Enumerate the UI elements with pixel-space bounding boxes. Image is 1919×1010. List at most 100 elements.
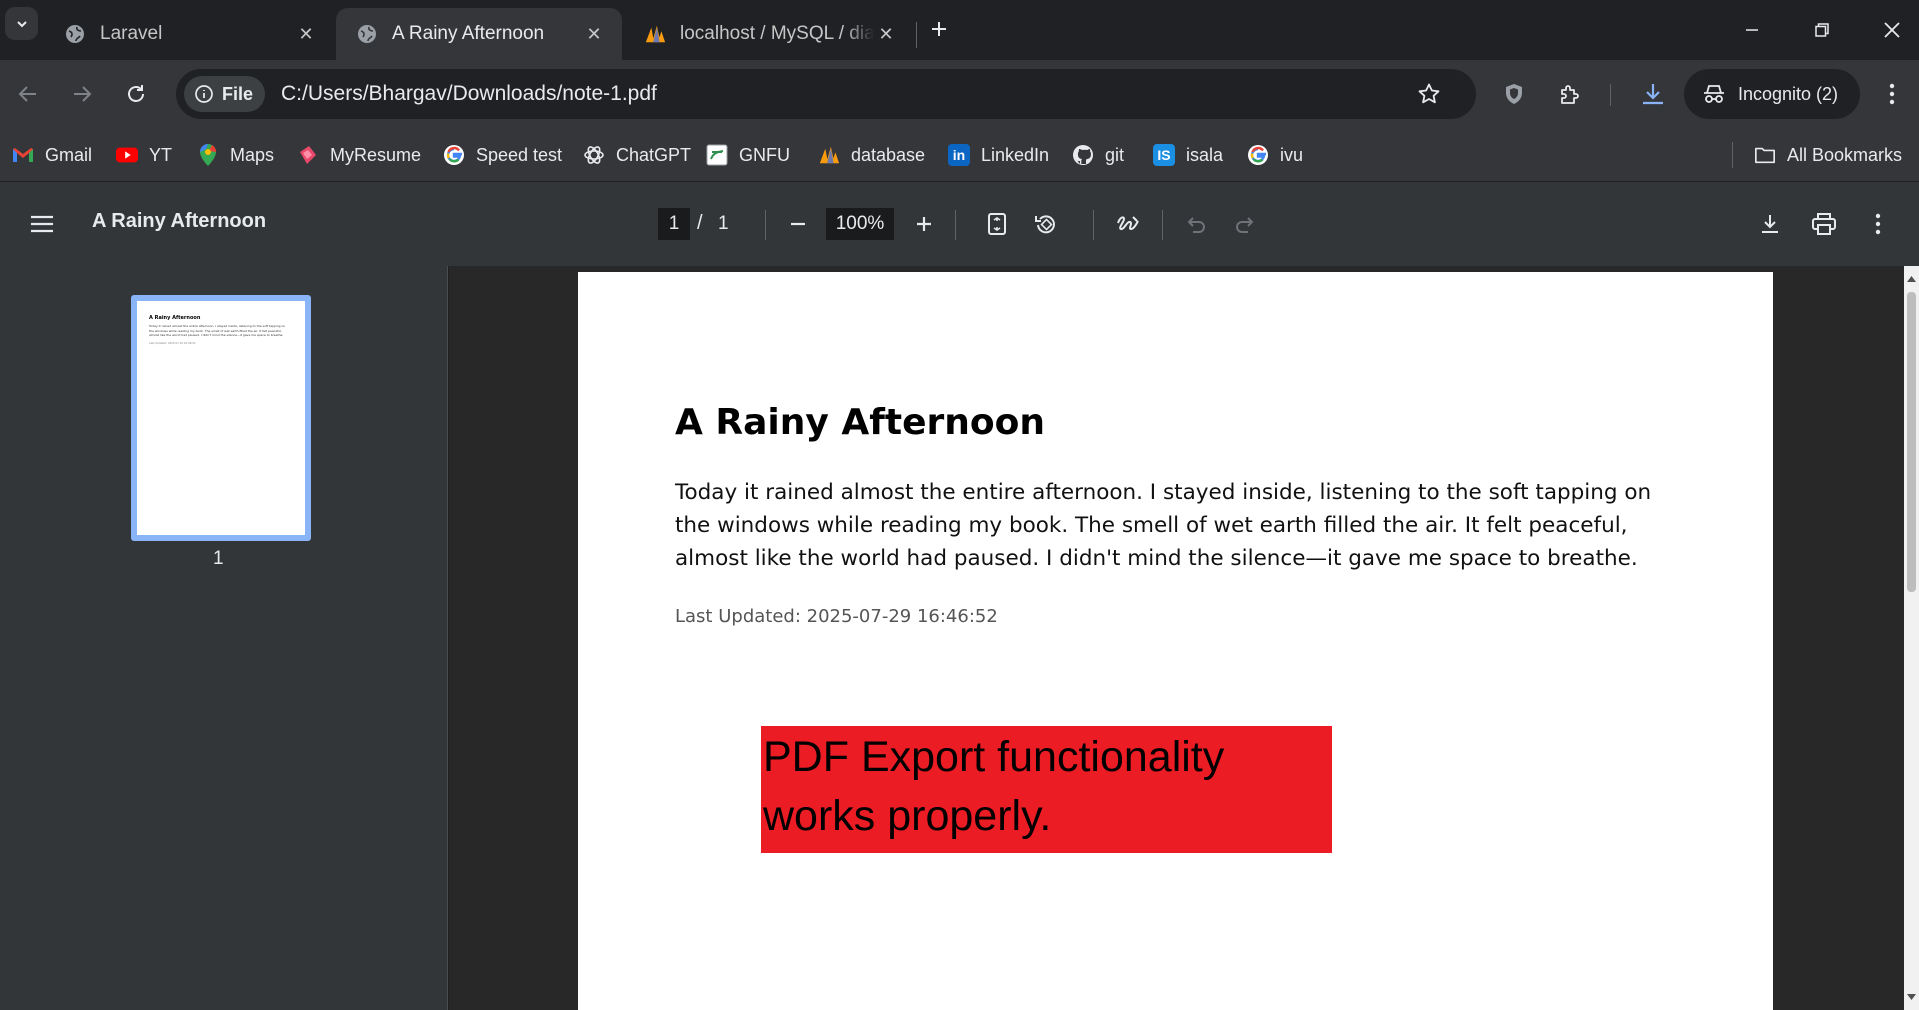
page-thumbnail[interactable]: A Rainy Afternoon Today it rained almost… xyxy=(131,295,311,541)
close-icon[interactable]: ✕ xyxy=(582,22,606,46)
bookmark-star-button[interactable] xyxy=(1410,75,1448,113)
fit-page-icon xyxy=(988,213,1006,235)
tab-title: A Rainy Afternoon xyxy=(392,23,545,44)
info-icon xyxy=(195,85,213,103)
all-bookmarks-button[interactable]: All Bookmarks xyxy=(1754,140,1902,170)
bookmarks-divider xyxy=(1732,142,1733,168)
zoom-input[interactable]: 100% xyxy=(826,208,894,240)
google-icon xyxy=(443,144,465,166)
document-heading: A Rainy Afternoon xyxy=(675,402,1046,443)
chrome-menu-button[interactable] xyxy=(1872,74,1912,114)
globe-icon xyxy=(356,23,378,45)
page-separator: / xyxy=(697,212,703,234)
bookmark-label: git xyxy=(1105,144,1125,165)
draw-icon xyxy=(1117,216,1139,231)
last-updated-text: Last Updated: 2025-07-29 16:46:52 xyxy=(675,606,998,627)
incognito-icon xyxy=(1704,85,1724,103)
bookmark-ivu[interactable]: ivu xyxy=(1247,140,1303,170)
undo-icon xyxy=(1187,217,1205,233)
fit-to-page-button[interactable] xyxy=(977,204,1017,244)
address-bar[interactable]: File C:/Users/Bhargav/Downloads/note-1.p… xyxy=(176,69,1476,119)
bookmark-myresume[interactable]: MyResume xyxy=(297,140,421,170)
reload-icon xyxy=(128,85,144,102)
bookmark-label: Maps xyxy=(230,144,275,165)
close-window-button[interactable] xyxy=(1872,10,1912,50)
bookmark-gnfu[interactable]: GNFU xyxy=(706,140,790,170)
thumbnail-heading: A Rainy Afternoon xyxy=(149,315,201,321)
tab-strip: Laravel ✕ A Rainy Afternoon ✕ localhost … xyxy=(0,0,1919,60)
resume-icon xyxy=(297,144,319,166)
bookmark-speed-test[interactable]: Speed test xyxy=(443,140,562,170)
reload-button[interactable] xyxy=(116,74,156,114)
globe-icon xyxy=(64,23,86,45)
page-number-input[interactable]: 1 xyxy=(658,208,690,240)
google-icon xyxy=(1247,144,1269,166)
bookmark-label: MyResume xyxy=(330,144,422,165)
overlay-annotation: PDF Export functionality works properly. xyxy=(761,726,1332,853)
annotate-button[interactable] xyxy=(1108,204,1148,244)
document-body: Today it rained almost the entire aftern… xyxy=(675,480,1652,571)
bookmark-isala[interactable]: IS isala xyxy=(1153,140,1223,170)
scrollbar-thumb[interactable] xyxy=(1907,292,1916,592)
chatgpt-icon xyxy=(583,144,605,166)
toolbar-divider xyxy=(765,210,766,240)
toolbar-divider xyxy=(1093,210,1094,240)
bookmark-label: isala xyxy=(1186,144,1224,165)
tab-a-rainy-afternoon[interactable]: A Rainy Afternoon ✕ xyxy=(336,8,622,60)
gmail-icon xyxy=(12,144,34,166)
undo-button[interactable] xyxy=(1176,204,1216,244)
sidebar-menu-button[interactable] xyxy=(22,204,62,244)
plus-icon xyxy=(932,22,946,36)
minimize-button[interactable] xyxy=(1732,10,1772,50)
back-button[interactable] xyxy=(8,74,48,114)
restore-button[interactable] xyxy=(1802,10,1842,50)
close-icon[interactable]: ✕ xyxy=(874,22,898,46)
tab-title: Laravel xyxy=(100,23,163,44)
downloads-button[interactable] xyxy=(1633,74,1673,114)
bookmark-linkedin[interactable]: in LinkedIn xyxy=(948,140,1049,170)
redo-button[interactable] xyxy=(1225,204,1265,244)
star-icon xyxy=(1418,83,1440,104)
tab-phpmyadmin[interactable]: localhost / MySQL / diary / note ✕ xyxy=(624,8,914,60)
tab-search-button[interactable] xyxy=(5,7,38,40)
tab-laravel[interactable]: Laravel ✕ xyxy=(44,8,334,60)
thumbnail-page-number: 1 xyxy=(213,548,224,569)
print-button[interactable] xyxy=(1804,204,1844,244)
more-vertical-icon xyxy=(1875,213,1881,235)
close-icon xyxy=(1884,22,1900,38)
zoom-in-button[interactable] xyxy=(904,204,944,244)
bookmark-maps[interactable]: Maps xyxy=(197,140,274,170)
bookmark-yt[interactable]: YT xyxy=(116,140,172,170)
vertical-scrollbar[interactable] xyxy=(1904,266,1919,1010)
bookmark-git[interactable]: git xyxy=(1072,140,1124,170)
toolbar-divider xyxy=(1162,210,1163,240)
site-info-chip[interactable]: File xyxy=(184,76,266,112)
bookmark-gmail[interactable]: Gmail xyxy=(12,140,92,170)
incognito-button[interactable]: Incognito (2) xyxy=(1684,69,1860,119)
zoom-out-button[interactable] xyxy=(778,204,818,244)
forward-button[interactable] xyxy=(62,74,102,114)
extension-shield-button[interactable] xyxy=(1494,74,1534,114)
url-text[interactable]: C:/Users/Bhargav/Downloads/note-1.pdf xyxy=(281,82,657,106)
new-tab-button[interactable] xyxy=(922,12,956,46)
arrow-right-icon xyxy=(74,86,92,102)
incognito-label: Incognito (2) xyxy=(1738,83,1839,104)
pdf-more-button[interactable] xyxy=(1858,204,1898,244)
bookmark-chatgpt[interactable]: ChatGPT xyxy=(583,140,691,170)
rotate-icon xyxy=(1035,215,1055,234)
folder-icon xyxy=(1754,144,1776,166)
bookmark-database[interactable]: database xyxy=(818,140,925,170)
download-pdf-button[interactable] xyxy=(1750,204,1790,244)
tab-title: localhost / MySQL / diary / note xyxy=(680,23,874,44)
close-icon[interactable]: ✕ xyxy=(294,22,318,46)
extensions-button[interactable] xyxy=(1550,74,1590,114)
arrow-left-icon xyxy=(18,86,36,102)
minus-icon xyxy=(791,222,805,226)
tab-divider xyxy=(916,22,917,48)
toolbar-divider xyxy=(1610,84,1611,106)
bookmarks-bar: Gmail YT Maps MyResume Speed test ChatGP… xyxy=(0,128,1919,182)
rotate-button[interactable] xyxy=(1026,204,1066,244)
pdf-viewer-area[interactable]: A Rainy Afternoon Today it rained almost… xyxy=(449,266,1904,1010)
download-icon xyxy=(1762,215,1778,233)
bookmark-label: LinkedIn xyxy=(981,144,1050,165)
